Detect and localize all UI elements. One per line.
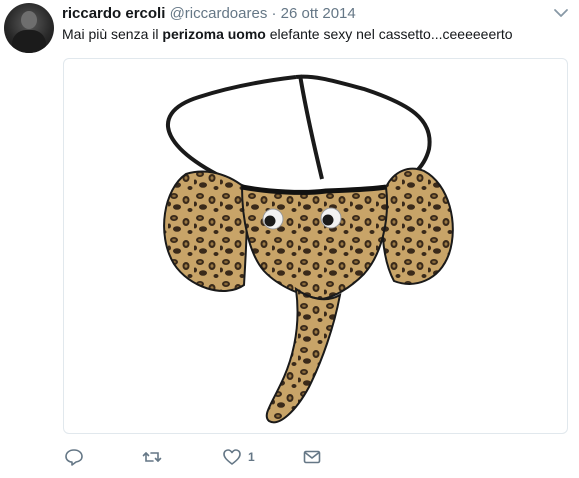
separator-dot: · — [271, 5, 277, 22]
tweet-header: riccardo ercoli @riccardoares · 26 ott 2… — [62, 5, 356, 22]
chevron-down-icon[interactable] — [552, 6, 570, 20]
reply-button[interactable] — [64, 446, 84, 468]
like-button[interactable]: 1 — [222, 446, 255, 468]
author-handle[interactable]: @riccardoares — [170, 5, 268, 22]
dm-button[interactable] — [302, 446, 322, 468]
envelope-icon — [303, 450, 321, 464]
tweet: riccardo ercoli @riccardoares · 26 ott 2… — [0, 0, 579, 478]
tweet-text: Mai più senza il perizoma uomo elefante … — [62, 26, 513, 42]
tweet-text-end: elefante sexy nel cassetto...ceeeeeerto — [265, 26, 513, 42]
tweet-media-image[interactable] — [63, 58, 568, 434]
avatar-head — [21, 11, 37, 29]
avatar[interactable] — [4, 3, 54, 53]
retweet-button[interactable] — [142, 446, 162, 468]
tweet-text-bold: perizoma uomo — [162, 26, 266, 42]
retweet-icon — [142, 452, 162, 462]
author-name[interactable]: riccardo ercoli — [62, 5, 165, 22]
heart-icon — [223, 449, 241, 465]
reply-icon — [65, 449, 83, 466]
avatar-body — [12, 30, 46, 53]
elephant-thong-photo — [163, 74, 454, 424]
like-count: 1 — [248, 450, 255, 464]
tweet-actions: 1 — [62, 446, 362, 470]
tweet-text-start: Mai più senza il — [62, 26, 163, 42]
tweet-date[interactable]: 26 ott 2014 — [281, 5, 356, 22]
